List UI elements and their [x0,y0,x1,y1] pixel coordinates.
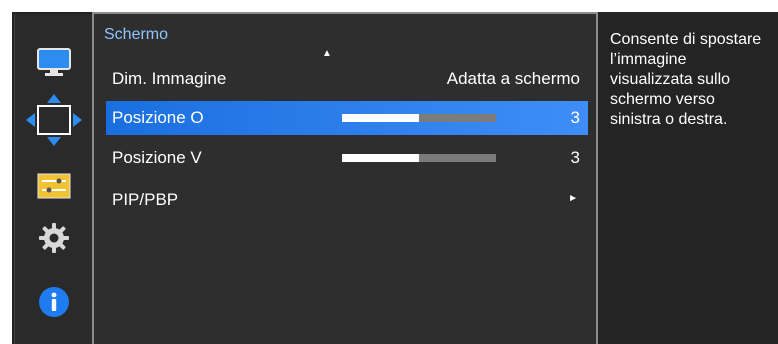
chevron-right-icon: ► [568,193,578,204]
menu-item-h-position[interactable]: Posizione O 3 [106,101,588,135]
monitor-icon [37,48,71,76]
menu-item-label: Posizione V [112,148,202,167]
menu-item-v-position[interactable]: Posizione V 3 [106,141,588,175]
v-position-slider-fill [342,154,419,162]
menu-item-value: 3 [570,108,580,127]
menu-item-pip-pbp[interactable]: PIP/PBP ► [106,183,588,217]
gear-icon [39,223,69,253]
v-position-slider[interactable] [342,154,496,162]
sidebar-item-picture[interactable] [15,38,93,86]
info-icon [39,287,69,317]
description-panel: Consente di spostare l’immagine visualiz… [600,12,778,344]
sidebar-item-info[interactable] [15,278,93,326]
h-position-slider[interactable] [342,114,496,122]
scroll-up-indicator[interactable]: ▲ [322,48,332,59]
menu-title: Schermo [104,26,169,43]
menu-item-value: Adatta a schermo [446,69,580,88]
icon-sidebar [14,14,93,344]
menu-item-image-size[interactable]: Dim. Immagine Adatta a schermo [106,62,588,96]
sidebar-item-system[interactable] [15,162,93,210]
menu-item-label: PIP/PBP [112,190,179,209]
menu-panel: Schermo ▲ Dim. Immagine Adatta a schermo… [92,12,598,344]
sidebar-item-settings[interactable] [15,214,93,262]
sidebar-item-screen[interactable] [15,94,93,146]
description-text: Consente di spostare l’immagine visualiz… [610,31,762,128]
h-position-slider-fill [342,114,419,122]
move-arrows-icon [26,94,82,146]
menu-item-value: 3 [570,148,580,167]
menu-item-label: Dim. Immagine [112,69,227,88]
settings-sliders-icon [37,173,71,199]
menu-item-label: Posizione O [112,108,204,127]
